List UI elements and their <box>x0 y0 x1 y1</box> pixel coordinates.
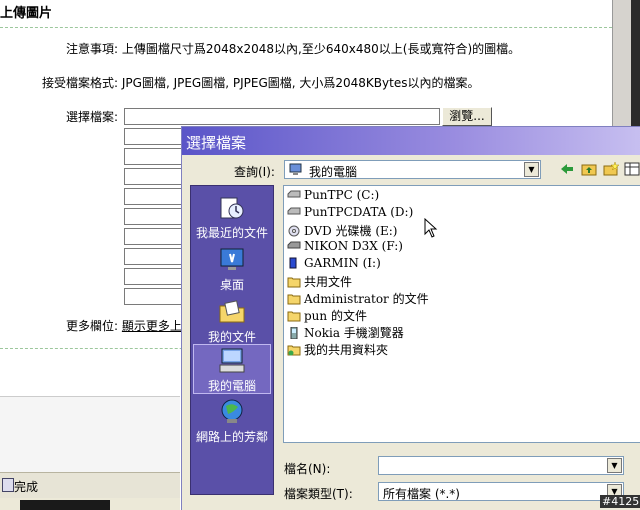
list-item[interactable]: Nokia 手機瀏覽器 <box>287 324 404 340</box>
status-text: 完成 <box>14 480 39 494</box>
folder-icon <box>287 277 301 288</box>
removable-drive-icon <box>287 241 301 249</box>
filetype-dropdown[interactable]: 所有檔案 (*.*) ▼ <box>378 482 624 501</box>
browse-button[interactable]: 瀏覽... <box>442 107 492 126</box>
my-computer-icon <box>219 348 245 373</box>
list-item[interactable]: PunTPCDATA (D:) <box>287 205 413 221</box>
file-input[interactable] <box>124 288 182 305</box>
dialog-title: 選擇檔案 <box>186 134 247 152</box>
look-in-dropdown[interactable]: 我的電腦 ▼ <box>284 160 541 179</box>
place-label: 網路上的芳鄰 <box>195 430 268 444</box>
new-folder-icon[interactable] <box>602 161 620 179</box>
filename-input[interactable]: ▼ <box>378 456 624 475</box>
place-label: 桌面 <box>219 278 244 292</box>
filetype-label: 檔案類型(T): <box>284 487 353 501</box>
phone-browser-icon <box>290 327 298 339</box>
page-footer-area <box>0 396 180 472</box>
list-item[interactable]: GARMIN (I:) <box>287 256 381 272</box>
file-input[interactable] <box>124 168 182 185</box>
look-in-value: 我的電腦 <box>309 165 358 179</box>
browser-scrollbar[interactable] <box>612 0 640 130</box>
notice-row: 注意事項: 上傳圖檔尺寸爲2048x2048以內,至少640x480以上(長或寬… <box>66 40 520 57</box>
file-input[interactable] <box>124 268 182 285</box>
list-item[interactable]: DVD 光碟機 (E:) <box>287 222 398 238</box>
folder-icon <box>287 311 301 322</box>
file-input[interactable] <box>124 188 182 205</box>
status-bar: 完成 <box>0 472 180 498</box>
show-more-link[interactable]: 顯示更多上 <box>122 319 182 333</box>
dvd-drive-icon <box>288 225 300 237</box>
file-list[interactable]: PunTPC (C:) PunTPCDATA (D:) DVD 光碟機 (E:)… <box>283 185 640 443</box>
page-title: 上傳圖片 <box>0 6 53 21</box>
file-input[interactable] <box>124 248 182 265</box>
list-item[interactable]: PunTPC (C:) <box>287 188 379 204</box>
accept-text: JPG圖檔, JPEG圖檔, PJPEG圖檔, 大小爲2048KBytes以內的… <box>121 76 480 90</box>
more-row: 更多欄位: 顯示更多上 <box>66 317 182 334</box>
network-icon <box>221 399 243 423</box>
filetype-value: 所有檔案 (*.*) <box>383 487 460 501</box>
dialog-titlebar[interactable]: 選擇檔案 <box>182 127 640 155</box>
accept-label: 接受檔案格式: <box>42 76 119 90</box>
list-item[interactable]: 共用文件 <box>287 273 352 289</box>
place-label: 我最近的文件 <box>195 226 268 240</box>
hard-drive-icon <box>287 190 301 198</box>
back-icon[interactable] <box>558 161 576 179</box>
file-input[interactable] <box>124 128 182 145</box>
place-label: 我的文件 <box>207 330 256 344</box>
page-icon <box>2 478 14 492</box>
place-label: 我的電腦 <box>207 379 256 393</box>
filename-label: 檔名(N): <box>284 462 331 476</box>
file-input[interactable] <box>124 148 182 165</box>
divider <box>0 27 612 28</box>
list-item[interactable]: NIKON D3X (F:) <box>287 239 403 255</box>
my-documents-icon <box>219 300 245 323</box>
chevron-down-icon[interactable]: ▼ <box>607 458 622 473</box>
file-input[interactable] <box>124 108 440 125</box>
hard-drive-icon <box>287 207 301 215</box>
file-input[interactable] <box>124 228 182 245</box>
places-bar: 我最近的文件 桌面 我的文件 我的電腦 網路上的芳鄰 <box>190 185 274 495</box>
folder-icon <box>287 294 301 305</box>
notice-label: 注意事項: <box>66 42 119 56</box>
chevron-down-icon[interactable]: ▼ <box>524 162 539 177</box>
more-label: 更多欄位: <box>66 319 119 333</box>
shared-folder-icon <box>287 345 301 356</box>
notice-text: 上傳圖檔尺寸爲2048x2048以內,至少640x480以上(長或寬符合)的圖檔… <box>121 42 521 56</box>
mouse-cursor-icon <box>424 218 438 238</box>
list-item[interactable]: Administrator 的文件 <box>287 290 429 306</box>
list-item[interactable]: 我的共用資料夾 <box>287 341 388 357</box>
usb-drive-icon <box>289 257 297 269</box>
up-folder-icon[interactable] <box>580 161 598 179</box>
choose-label: 選擇檔案: <box>66 110 119 124</box>
desktop-icon <box>220 248 244 270</box>
file-input[interactable] <box>124 208 182 225</box>
my-computer-icon <box>289 163 302 175</box>
place-my-computer[interactable]: 我的電腦 <box>193 344 271 394</box>
image-watermark: #4125 <box>600 495 640 508</box>
place-my-documents[interactable]: 我的文件 <box>193 296 271 346</box>
place-desktop[interactable]: 桌面 <box>193 244 271 294</box>
choose-file-dialog: 選擇檔案 查詢(I): 我的電腦 ▼ 我最近的文件 桌面 我的文件 我的電腦 網… <box>181 126 640 510</box>
look-in-label: 查詢(I): <box>234 165 275 179</box>
place-network[interactable]: 網路上的芳鄰 <box>193 396 271 446</box>
recent-documents-icon <box>220 197 244 219</box>
taskbar <box>0 498 180 510</box>
list-item[interactable]: pun 的文件 <box>287 307 367 323</box>
view-menu-icon[interactable] <box>624 161 640 179</box>
place-recent-documents[interactable]: 我最近的文件 <box>193 192 271 242</box>
accept-row: 接受檔案格式: JPG圖檔, JPEG圖檔, PJPEG圖檔, 大小爲2048K… <box>42 74 479 91</box>
